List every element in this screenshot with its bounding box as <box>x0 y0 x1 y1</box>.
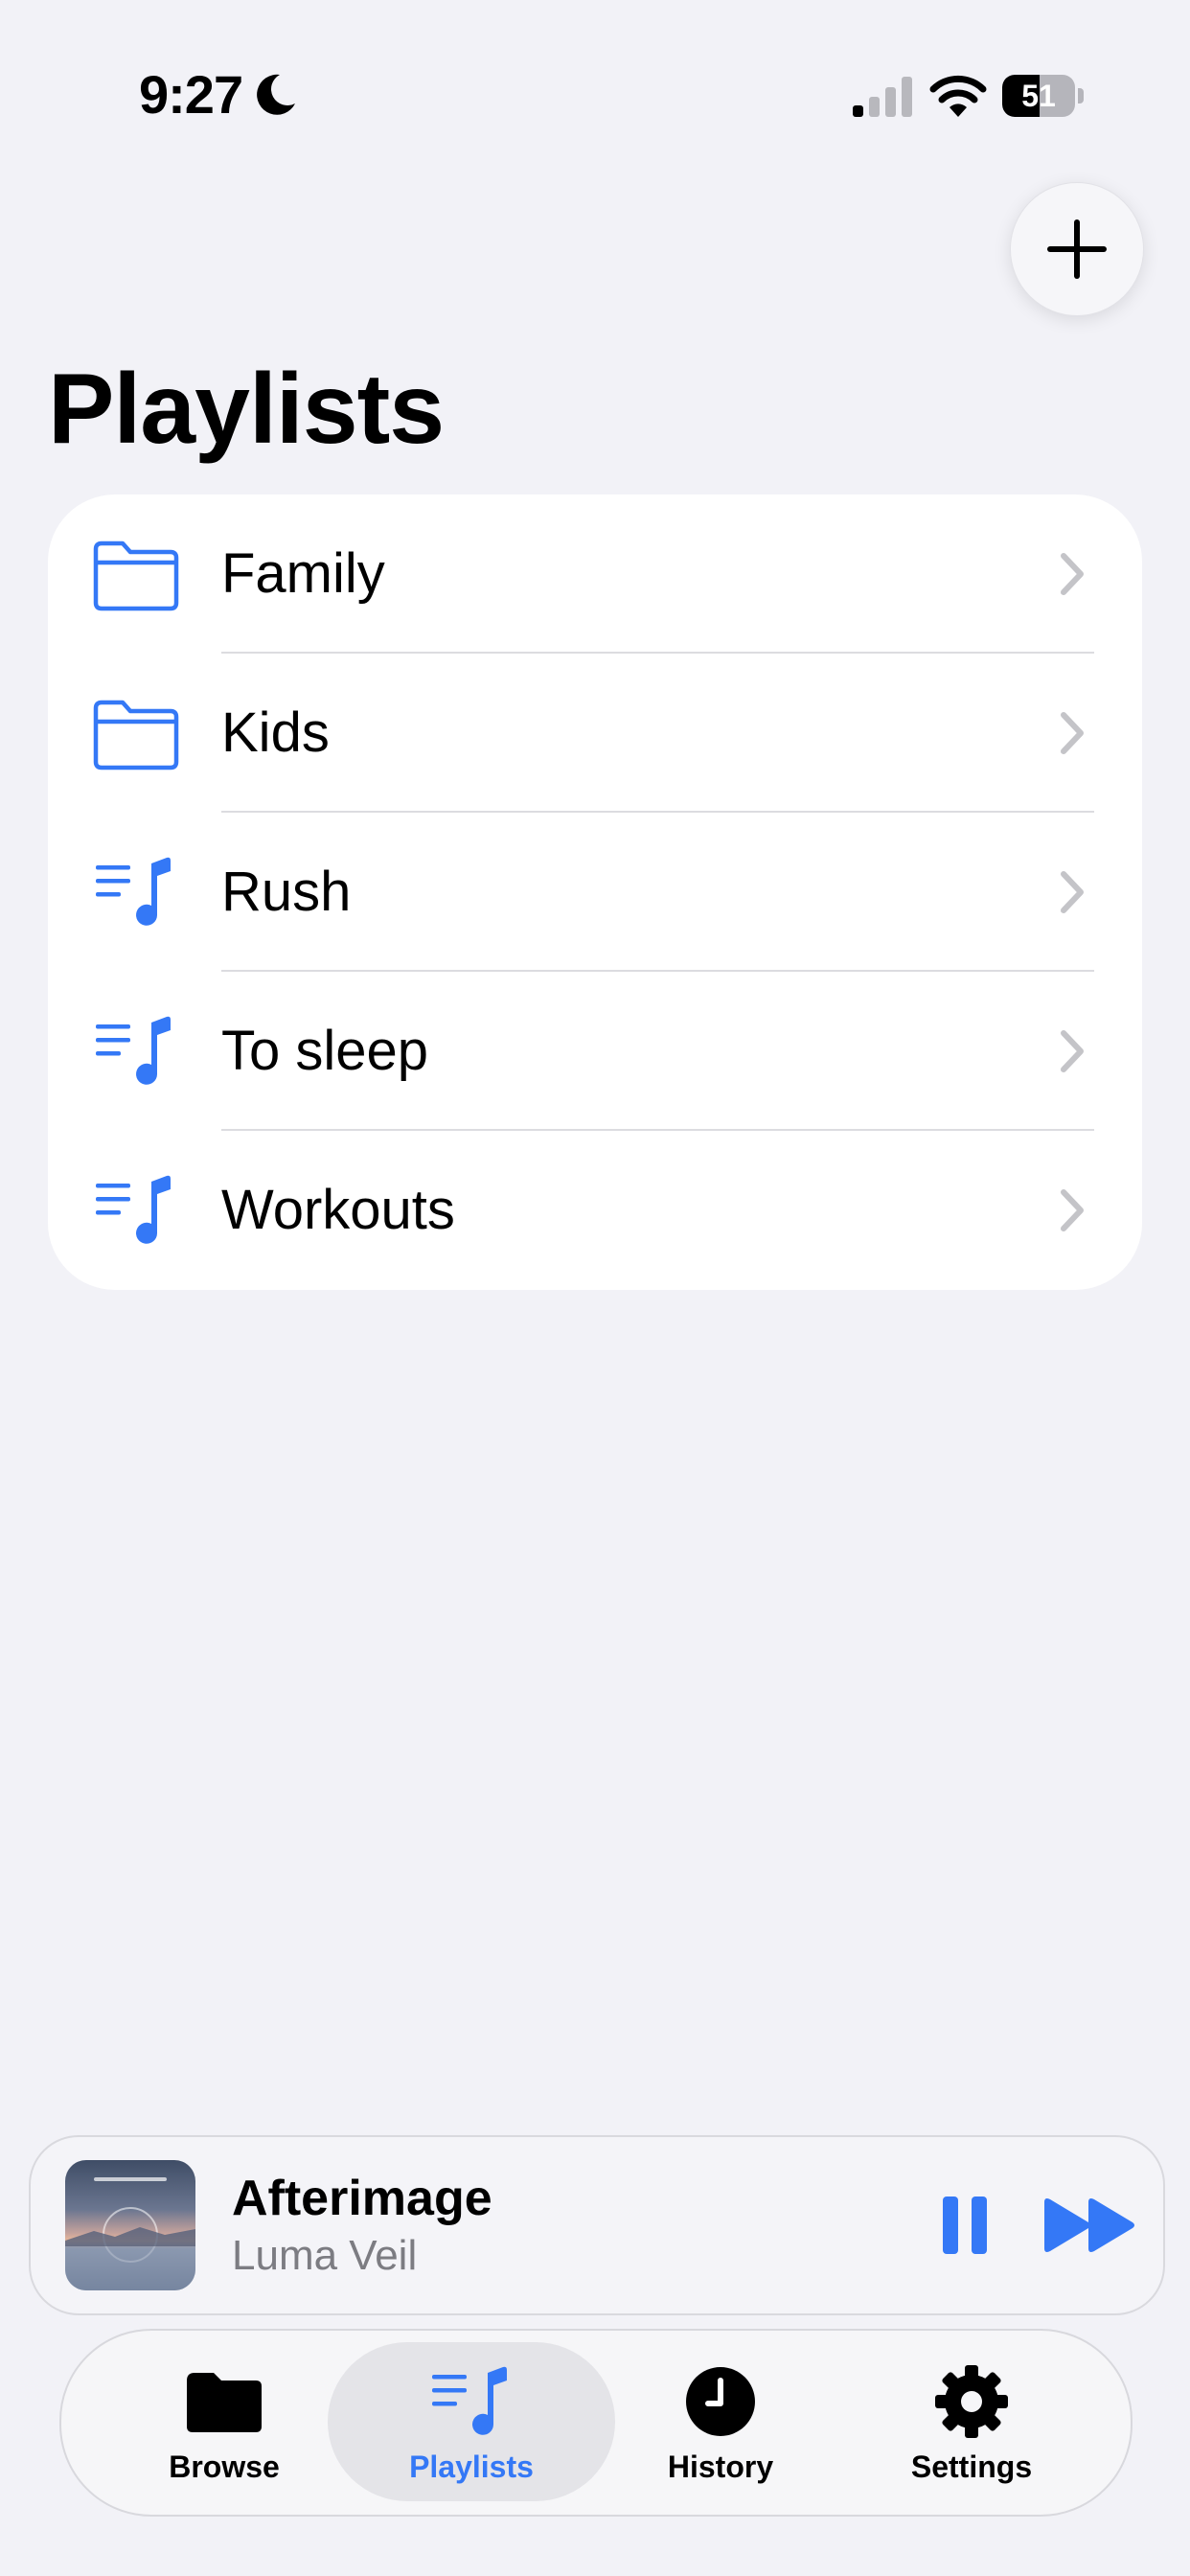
chevron-right-icon <box>1061 1189 1084 1231</box>
cellular-signal-icon <box>853 77 912 117</box>
plus-icon <box>1047 219 1107 279</box>
album-artwork <box>65 2160 195 2290</box>
chevron-right-icon <box>1061 712 1084 754</box>
tab-history[interactable]: History <box>577 2342 864 2501</box>
playlist-label: Rush <box>221 861 352 923</box>
page-title: Playlists <box>48 354 445 465</box>
pause-button[interactable] <box>926 2189 1006 2262</box>
fast-forward-button[interactable] <box>1037 2189 1142 2262</box>
chevron-right-icon <box>1061 1030 1084 1072</box>
battery-percentage: 51 <box>1021 79 1056 113</box>
folder-icon <box>187 2373 262 2432</box>
tab-label: Browse <box>169 2450 280 2484</box>
playlist-icon <box>96 857 171 926</box>
tab-label: Playlists <box>409 2450 534 2484</box>
playlist-label: Family <box>221 542 385 605</box>
playlist-row-rush[interactable]: Rush <box>48 813 1142 972</box>
tab-bar: Browse Playlists History Settings <box>59 2329 1133 2517</box>
tab-settings[interactable]: Settings <box>828 2342 1115 2501</box>
playlist-row-kids[interactable]: Kids <box>48 654 1142 813</box>
playlist-label: To sleep <box>221 1020 429 1082</box>
playlist-row-workouts[interactable]: Workouts <box>48 1131 1142 1290</box>
add-playlist-button[interactable] <box>1010 182 1144 316</box>
playlist-icon <box>96 1175 171 1244</box>
now-playing-title: Afterimage <box>232 2171 492 2226</box>
playlist-list: Family Kids Rush To sleep Workouts <box>48 494 1142 1290</box>
wifi-icon <box>929 75 987 117</box>
chevron-right-icon <box>1061 553 1084 595</box>
gear-icon <box>935 2365 1008 2438</box>
mini-player[interactable]: Afterimage Luma Veil <box>29 2135 1165 2315</box>
tab-label: History <box>667 2450 774 2484</box>
playlist-label: Kids <box>221 702 330 764</box>
folder-icon <box>93 540 179 611</box>
tab-browse[interactable]: Browse <box>80 2342 368 2501</box>
playlist-icon <box>432 2366 507 2435</box>
now-playing-artist: Luma Veil <box>232 2232 418 2279</box>
playlist-row-family[interactable]: Family <box>48 494 1142 654</box>
playlist-row-to-sleep[interactable]: To sleep <box>48 972 1142 1131</box>
moon-icon <box>257 74 295 115</box>
tab-label: Settings <box>910 2450 1033 2484</box>
battery-indicator: 51 <box>1002 75 1085 117</box>
playlist-label: Workouts <box>221 1179 455 1241</box>
chevron-right-icon <box>1061 871 1084 913</box>
tab-playlists[interactable]: Playlists <box>328 2342 615 2501</box>
folder-icon <box>93 700 179 770</box>
status-bar: 9:27 51 <box>0 0 1190 192</box>
clock-icon <box>686 2367 755 2436</box>
status-time: 9:27 <box>139 64 243 125</box>
playlist-icon <box>96 1016 171 1085</box>
